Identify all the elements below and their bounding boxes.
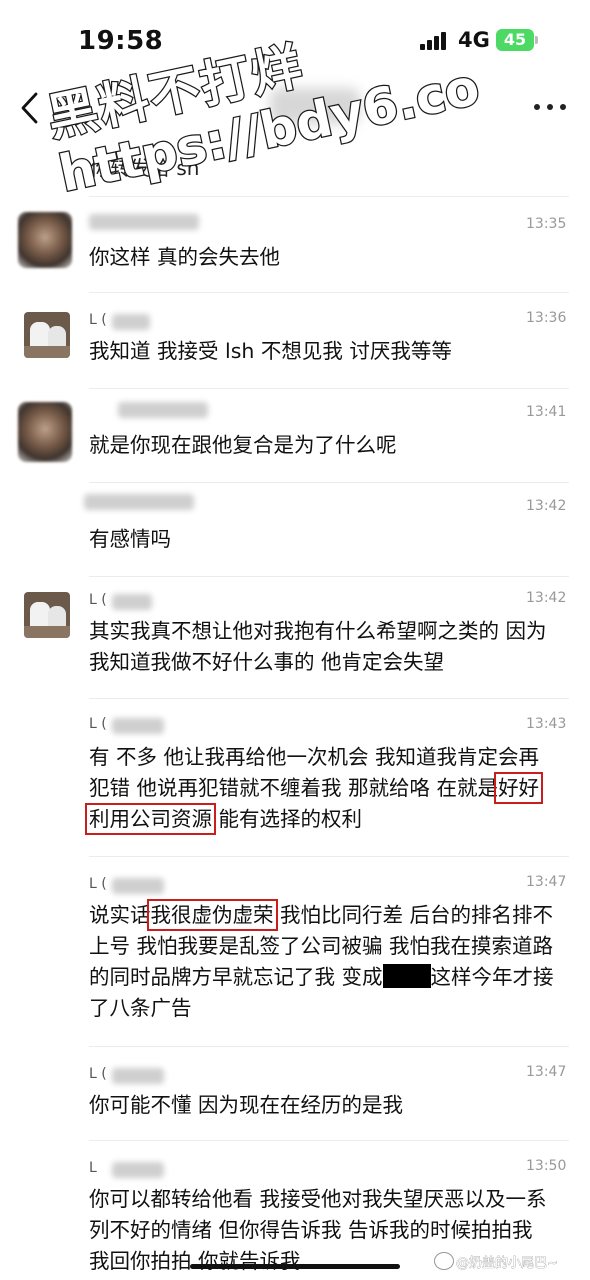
message-time: 13:41 <box>526 404 567 420</box>
message-text: 就是你现在跟他复合是为了什么呢 <box>89 433 397 457</box>
message-text-part: 有 不多 他让我再给他一次机会 我知道我肯定会再犯错 他说再犯错就不缠着我 那就… <box>89 745 540 800</box>
avatar[interactable] <box>24 312 70 358</box>
blurred-name <box>84 494 194 510</box>
sender-name: L ( <box>89 1066 107 1082</box>
sender-name: L ( <box>89 592 107 608</box>
divider <box>89 388 569 389</box>
sender-name: L <box>89 1160 97 1176</box>
network-type: 4G <box>458 28 490 52</box>
status-time: 19:58 <box>78 26 164 56</box>
divider <box>89 698 569 699</box>
divider <box>89 1046 569 1047</box>
divider <box>89 1140 569 1141</box>
sender-name: L ( <box>89 716 107 732</box>
blurred-name <box>89 214 199 230</box>
sender-name: L ( <box>89 876 107 892</box>
status-bar: 19:58 4G 45 <box>0 0 590 80</box>
highlighted-phrase: 我很虚伪虚荣 <box>146 899 278 931</box>
message-text: 我知道 我接受 lsh 不想见我 讨厌我等等 <box>89 339 452 363</box>
battery-tip <box>535 36 538 44</box>
blurred-name <box>118 402 208 418</box>
divider <box>89 482 569 483</box>
message-text-part: 能有选择的权利 <box>218 807 363 831</box>
divider <box>89 196 569 197</box>
nav-bar <box>0 80 590 140</box>
message-time: 13:47 <box>526 874 567 890</box>
blurred-name <box>112 594 152 610</box>
avatar[interactable] <box>24 592 70 638</box>
message-text-part: 说实话 <box>89 903 151 927</box>
blurred-chat-title <box>270 88 360 124</box>
redaction-block <box>382 964 431 988</box>
avatar[interactable] <box>18 402 72 462</box>
message-time: 13:35 <box>526 216 567 232</box>
more-options-icon[interactable] <box>534 100 568 114</box>
message-time: 13:42 <box>526 498 567 514</box>
blurred-name <box>112 878 164 894</box>
avatar[interactable] <box>18 212 72 268</box>
weibo-icon <box>434 1252 454 1270</box>
blurred-name <box>112 1162 164 1178</box>
message-time: 13:47 <box>526 1064 567 1080</box>
partial-message-text: 你转发给 sh <box>90 156 200 180</box>
message-time: 13:50 <box>526 1158 567 1174</box>
sender-name: L ( <box>89 312 107 328</box>
message-text: 其实我真不想让他对我抱有什么希望啊之类的 因为我知道我做不好什么事的 他肯定会失… <box>89 619 547 674</box>
blurred-name <box>112 718 164 734</box>
message-text: 有感情吗 <box>89 527 171 551</box>
message-text: 你这样 真的会失去他 <box>89 245 281 269</box>
weibo-watermark: @奶盖的小尾巴~ <box>456 1256 559 1272</box>
message-time: 13:42 <box>526 590 567 606</box>
battery-icon: 45 <box>496 29 534 51</box>
message-text: 说实话我很虚伪虚荣 我怕比同行差 后台的排名排不上号 我怕我要是乱签了公司被骗 … <box>89 899 559 1024</box>
message-time: 13:36 <box>526 310 567 326</box>
divider <box>89 292 569 293</box>
blurred-name <box>112 314 150 330</box>
home-indicator[interactable] <box>190 1264 400 1269</box>
signal-icon <box>420 32 448 50</box>
divider <box>89 576 569 577</box>
message-time: 13:43 <box>526 716 567 732</box>
blurred-name <box>112 1068 164 1084</box>
divider <box>89 856 569 857</box>
back-chevron-icon[interactable] <box>18 90 42 126</box>
message-text: 你可能不懂 因为现在在经历的是我 <box>89 1093 404 1117</box>
message-text: 有 不多 他让我再给他一次机会 我知道我肯定会再犯错 他说再犯错就不缠着我 那就… <box>84 742 559 835</box>
